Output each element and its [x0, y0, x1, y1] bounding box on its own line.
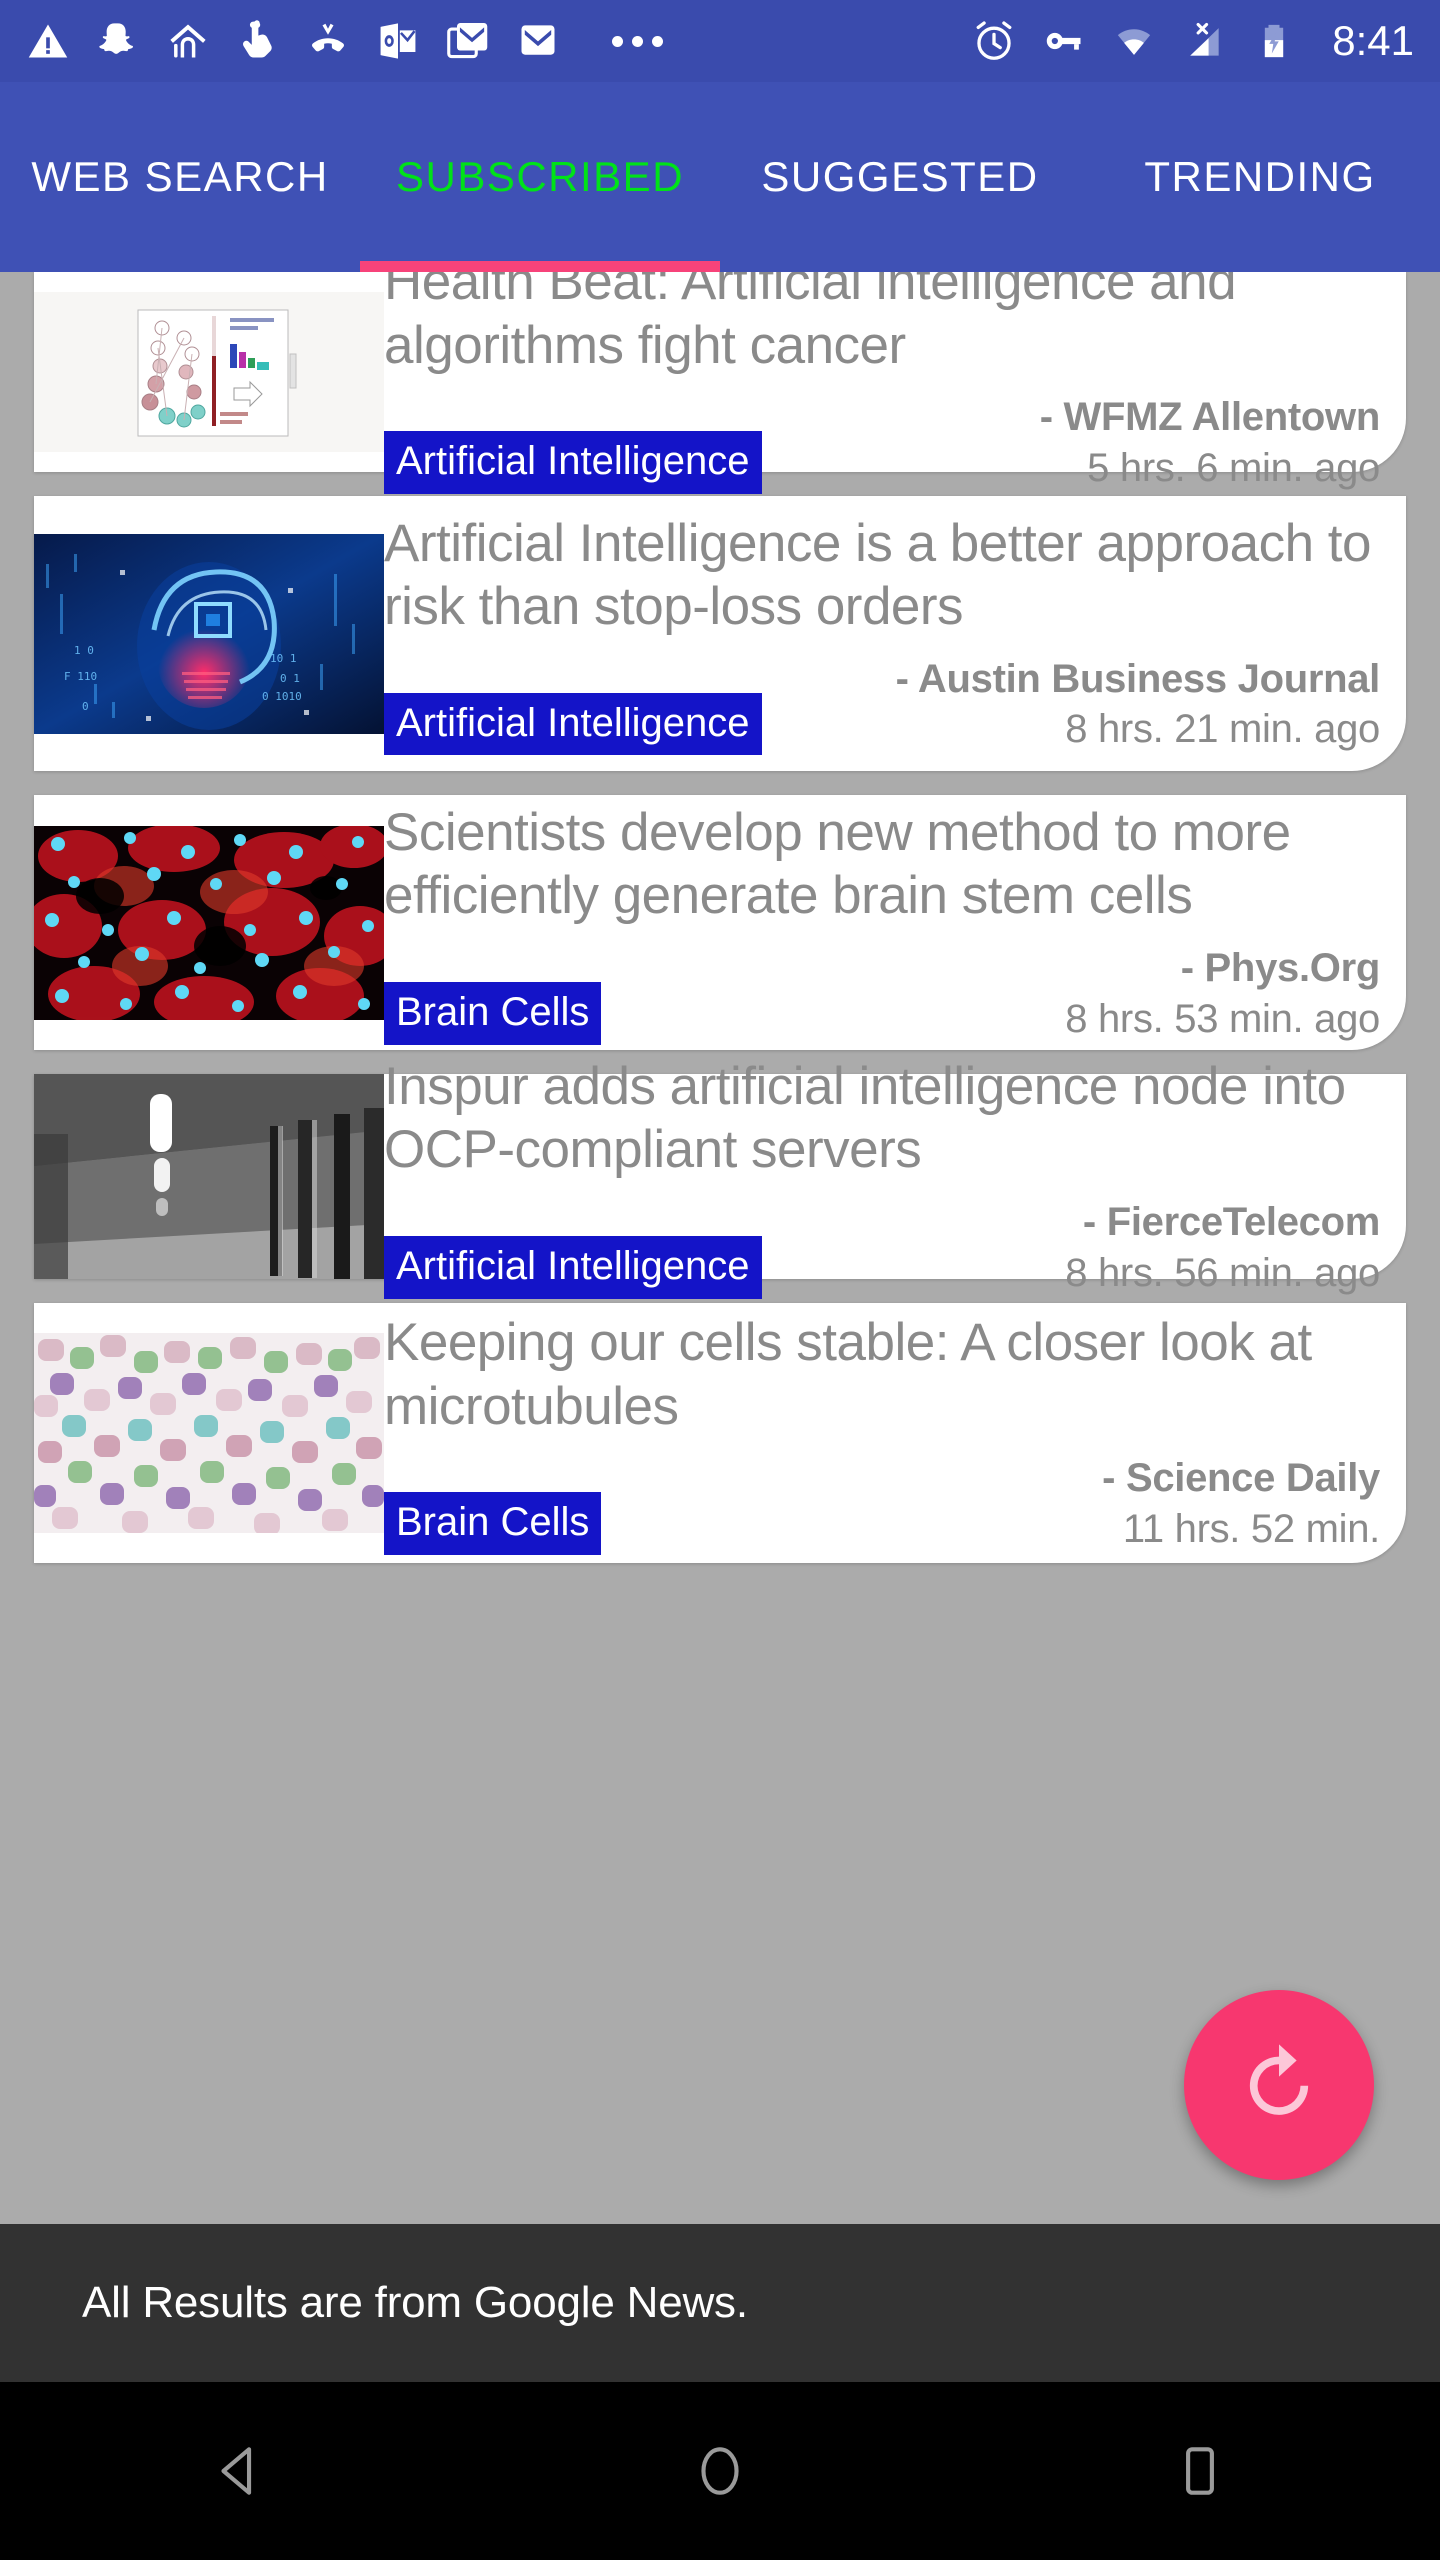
news-card-body: Keeping our cells stable: A closer look …	[384, 1303, 1406, 1563]
tab-suggested[interactable]: SUGGESTED	[720, 82, 1080, 272]
news-card-source: - Science Daily	[1102, 1456, 1380, 1501]
snapchat-icon	[99, 23, 133, 54]
recents-icon	[1186, 2447, 1214, 2495]
status-bar: 8:41	[0, 0, 1440, 82]
alarm-clock-icon	[976, 21, 1012, 60]
ai-head-thumbnail: 10 1 0 1 0 1010 1 0 F 110 0	[34, 533, 384, 734]
news-card-source: - FierceTelecom	[1082, 1199, 1380, 1244]
tab-strip: WEB SEARCH SUBSCRIBED SUGGESTED TRENDING	[0, 82, 1440, 272]
news-card[interactable]: 10 10 1 0 10101 0 F 1100 Artificial In	[34, 496, 1406, 771]
news-card-meta: Artificial Intelligence - WFMZ Allentown…	[384, 393, 1380, 494]
news-card[interactable]: Health Beat: Artificial intelligence and…	[34, 272, 1406, 494]
news-card-title: Health Beat: Artificial intelligence and…	[384, 272, 1237, 375]
news-card-meta: Artificial Intelligence - FierceTelecom …	[384, 1198, 1380, 1299]
news-card-time: 8 hrs. 56 min. ago	[1065, 1250, 1380, 1295]
microtubule-thumbnail	[34, 1333, 384, 1533]
news-card-attribution: - Austin Business Journal 8 hrs. 21 min.…	[778, 655, 1381, 756]
news-card-thumbnail	[34, 1074, 384, 1279]
news-card-attribution: - WFMZ Allentown 5 hrs. 6 min. ago	[778, 393, 1381, 494]
news-card-tag[interactable]: Brain Cells	[384, 1492, 602, 1555]
news-card-body: Artificial Intelligence is a better appr…	[384, 496, 1406, 771]
vpn-key-icon	[1047, 32, 1081, 50]
cellular-no-signal-icon	[1190, 22, 1219, 56]
svg-text:0 1: 0 1	[280, 672, 300, 685]
news-card-thumbnail	[34, 795, 384, 1050]
svg-text:1 0: 1 0	[74, 644, 94, 657]
refresh-fab-button[interactable]	[1184, 1990, 1374, 2180]
news-card-thumbnail	[34, 272, 384, 472]
news-card-attribution: - Science Daily 11 hrs. 52 min.	[617, 1454, 1380, 1555]
news-card-title: Scientists develop new method to more ef…	[384, 802, 1291, 926]
news-feed[interactable]: Health Beat: Artificial intelligence and…	[0, 272, 1440, 2224]
svg-text:0: 0	[82, 700, 89, 713]
svg-text:10 1: 10 1	[270, 652, 297, 665]
cells-microscopy-thumbnail	[34, 825, 384, 1020]
news-card-thumbnail	[34, 1303, 384, 1563]
tab-bar: WEB SEARCH SUBSCRIBED SUGGESTED TRENDING	[0, 82, 1440, 272]
news-card-title: Artificial Intelligence is a better appr…	[384, 513, 1372, 637]
more-notifications-icon	[612, 35, 663, 47]
status-bar-system: 8:41	[972, 17, 1440, 65]
home-icon	[701, 2447, 739, 2495]
status-bar-clock: 8:41	[1332, 17, 1414, 64]
news-card-body: Health Beat: Artificial intelligence and…	[384, 272, 1406, 494]
android-navigation-bar	[0, 2382, 1440, 2560]
tab-suggested-label: SUGGESTED	[761, 153, 1039, 200]
news-card-time: 5 hrs. 6 min. ago	[1087, 446, 1380, 490]
refresh-icon	[1249, 2044, 1309, 2115]
news-card-tag[interactable]: Artificial Intelligence	[384, 1235, 762, 1299]
news-card[interactable]: Inspur adds artificial intelligence node…	[34, 1057, 1406, 1299]
news-card-body: Inspur adds artificial intelligence node…	[384, 1057, 1406, 1299]
nav-recents-button[interactable]	[960, 2382, 1440, 2560]
missed-call-icon	[312, 23, 344, 52]
tab-subscribed[interactable]: SUBSCRIBED	[360, 82, 720, 272]
news-card-meta: Brain Cells - Phys.Org 8 hrs. 53 min. ag…	[384, 944, 1380, 1045]
news-card[interactable]: Scientists develop new method to more ef…	[34, 795, 1406, 1050]
svg-text:F 110: F 110	[64, 670, 97, 683]
touch-hand-icon	[243, 20, 272, 58]
gmail-icon	[521, 25, 555, 55]
news-card-tag[interactable]: Brain Cells	[384, 981, 602, 1045]
tab-subscribed-label: SUBSCRIBED	[395, 153, 685, 200]
tab-trending-label: TRENDING	[1144, 153, 1376, 200]
news-card-attribution: - FierceTelecom 8 hrs. 56 min. ago	[778, 1198, 1380, 1299]
snackbar: All Results are from Google News.	[0, 2224, 1440, 2382]
outlook-icon	[380, 23, 416, 59]
news-card-source: - WFMZ Allentown	[1039, 395, 1381, 440]
news-card-title: Keeping our cells stable: A closer look …	[384, 1313, 1312, 1436]
news-card-time: 11 hrs. 52 min.	[1122, 1507, 1380, 1551]
news-card-source: - Austin Business Journal	[895, 656, 1381, 701]
news-card-meta: Artificial Intelligence - Austin Busines…	[384, 655, 1380, 756]
diagram-thumbnail	[34, 292, 384, 452]
warning-triangle-icon	[28, 24, 68, 58]
news-card-time: 8 hrs. 21 min. ago	[1065, 707, 1380, 752]
back-icon	[221, 2447, 252, 2495]
news-card-tag[interactable]: Artificial Intelligence	[384, 431, 762, 494]
news-card-meta: Brain Cells - Science Daily 11 hrs. 52 m…	[384, 1454, 1380, 1555]
news-card-body: Scientists develop new method to more ef…	[384, 795, 1406, 1050]
tab-web-search-label: WEB SEARCH	[31, 153, 329, 200]
news-card-source: - Phys.Org	[1180, 945, 1381, 990]
tab-trending[interactable]: TRENDING	[1080, 82, 1440, 272]
status-bar-notifications	[0, 19, 972, 63]
svg-text:0 1010: 0 1010	[262, 690, 302, 703]
nest-home-icon	[170, 24, 206, 58]
phone-screen: 8:41 WEB SEARCH SUBSCRIBED SUGGESTED TRE…	[0, 0, 1440, 2560]
datacenter-corridor-thumbnail	[34, 1074, 384, 1279]
nav-home-button[interactable]	[480, 2382, 960, 2560]
gmail-stack-icon	[447, 23, 488, 59]
nav-back-button[interactable]	[0, 2382, 480, 2560]
news-card[interactable]: Keeping our cells stable: A closer look …	[34, 1303, 1406, 1563]
battery-charging-icon	[1265, 24, 1284, 58]
news-card-tag[interactable]: Artificial Intelligence	[384, 692, 762, 756]
news-card-thumbnail: 10 1 0 1 0 1010 1 0 F 110 0	[34, 496, 384, 771]
news-card-time: 8 hrs. 53 min. ago	[1065, 996, 1380, 1041]
snackbar-message: All Results are from Google News.	[82, 2278, 748, 2327]
tab-active-indicator	[360, 261, 720, 272]
news-card-title: Inspur adds artificial intelligence node…	[384, 1056, 1346, 1180]
wifi-icon	[1118, 29, 1151, 55]
news-card-attribution: - Phys.Org 8 hrs. 53 min. ago	[617, 944, 1380, 1045]
tab-web-search[interactable]: WEB SEARCH	[0, 82, 360, 272]
